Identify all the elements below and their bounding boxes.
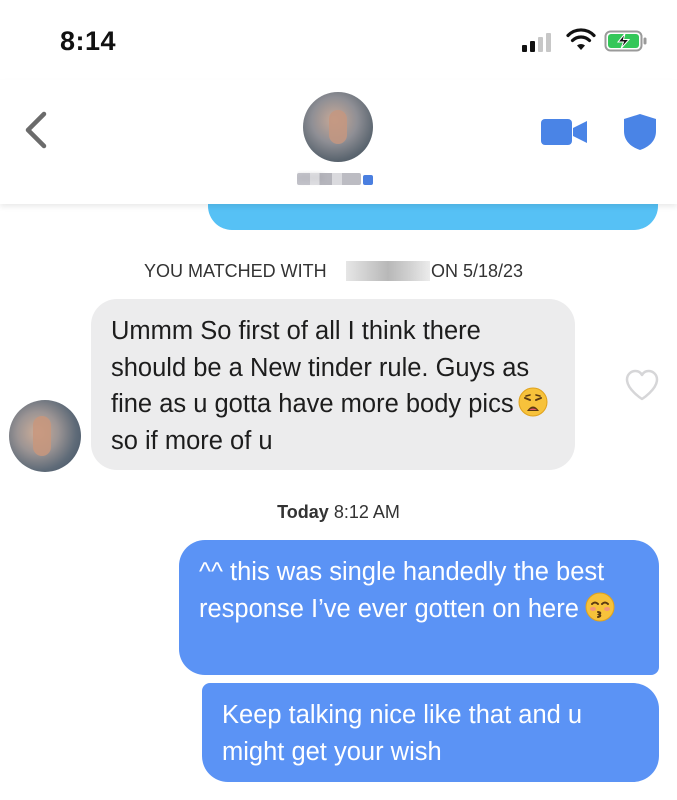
video-call-button[interactable]: [540, 118, 588, 146]
outgoing-message-text: ^^ this was single handedly the best res…: [199, 558, 605, 623]
kissing-face-emoji: [585, 592, 615, 621]
status-bar: 8:14: [0, 0, 677, 80]
timestamp-day: Today: [277, 502, 329, 522]
heart-outline-icon: [625, 369, 659, 401]
incoming-message-bubble[interactable]: Ummm So first of all I think there shoul…: [91, 299, 575, 470]
redacted-name: [346, 261, 430, 281]
contact-name[interactable]: •••••: [297, 170, 377, 188]
verified-dot: [363, 175, 373, 185]
video-camera-icon: [541, 119, 572, 145]
message-timestamp: Today 8:12 AM: [0, 502, 677, 523]
chevron-left-icon: [25, 111, 47, 149]
outgoing-message-bubble[interactable]: ^^ this was single handedly the best res…: [179, 540, 659, 675]
redaction-blur: [297, 173, 361, 185]
status-time: 8:14: [60, 26, 117, 56]
outgoing-message-text: Keep talking nice like that and u might …: [222, 701, 583, 766]
match-notice: YOU MATCHED WITH ON 5/18/23: [0, 258, 677, 286]
match-notice-prefix: YOU MATCHED WITH: [144, 261, 327, 281]
outgoing-message-bubble[interactable]: Keep talking nice like that and u might …: [202, 683, 659, 782]
match-notice-date: ON 5/18/23: [431, 261, 524, 281]
incoming-message-text: Ummm So first of all I think there shoul…: [111, 313, 557, 459]
cellular-signal-icon: [522, 32, 556, 52]
incoming-message-tail: so if more of u: [111, 426, 273, 455]
contact-avatar[interactable]: [303, 92, 373, 162]
like-message-button[interactable]: [624, 368, 660, 402]
incoming-message-body: Ummm So first of all I think there shoul…: [111, 317, 530, 418]
sender-avatar[interactable]: [9, 400, 81, 472]
chat-header: •••••: [0, 80, 677, 204]
safety-toolkit-button[interactable]: [622, 112, 658, 152]
weary-face-emoji: [518, 387, 548, 417]
back-button[interactable]: [18, 108, 54, 152]
timestamp-time: 8:12 AM: [333, 502, 400, 522]
wifi-icon: [566, 28, 596, 50]
shield-icon: [624, 114, 656, 150]
battery-charging-icon: [604, 30, 647, 52]
